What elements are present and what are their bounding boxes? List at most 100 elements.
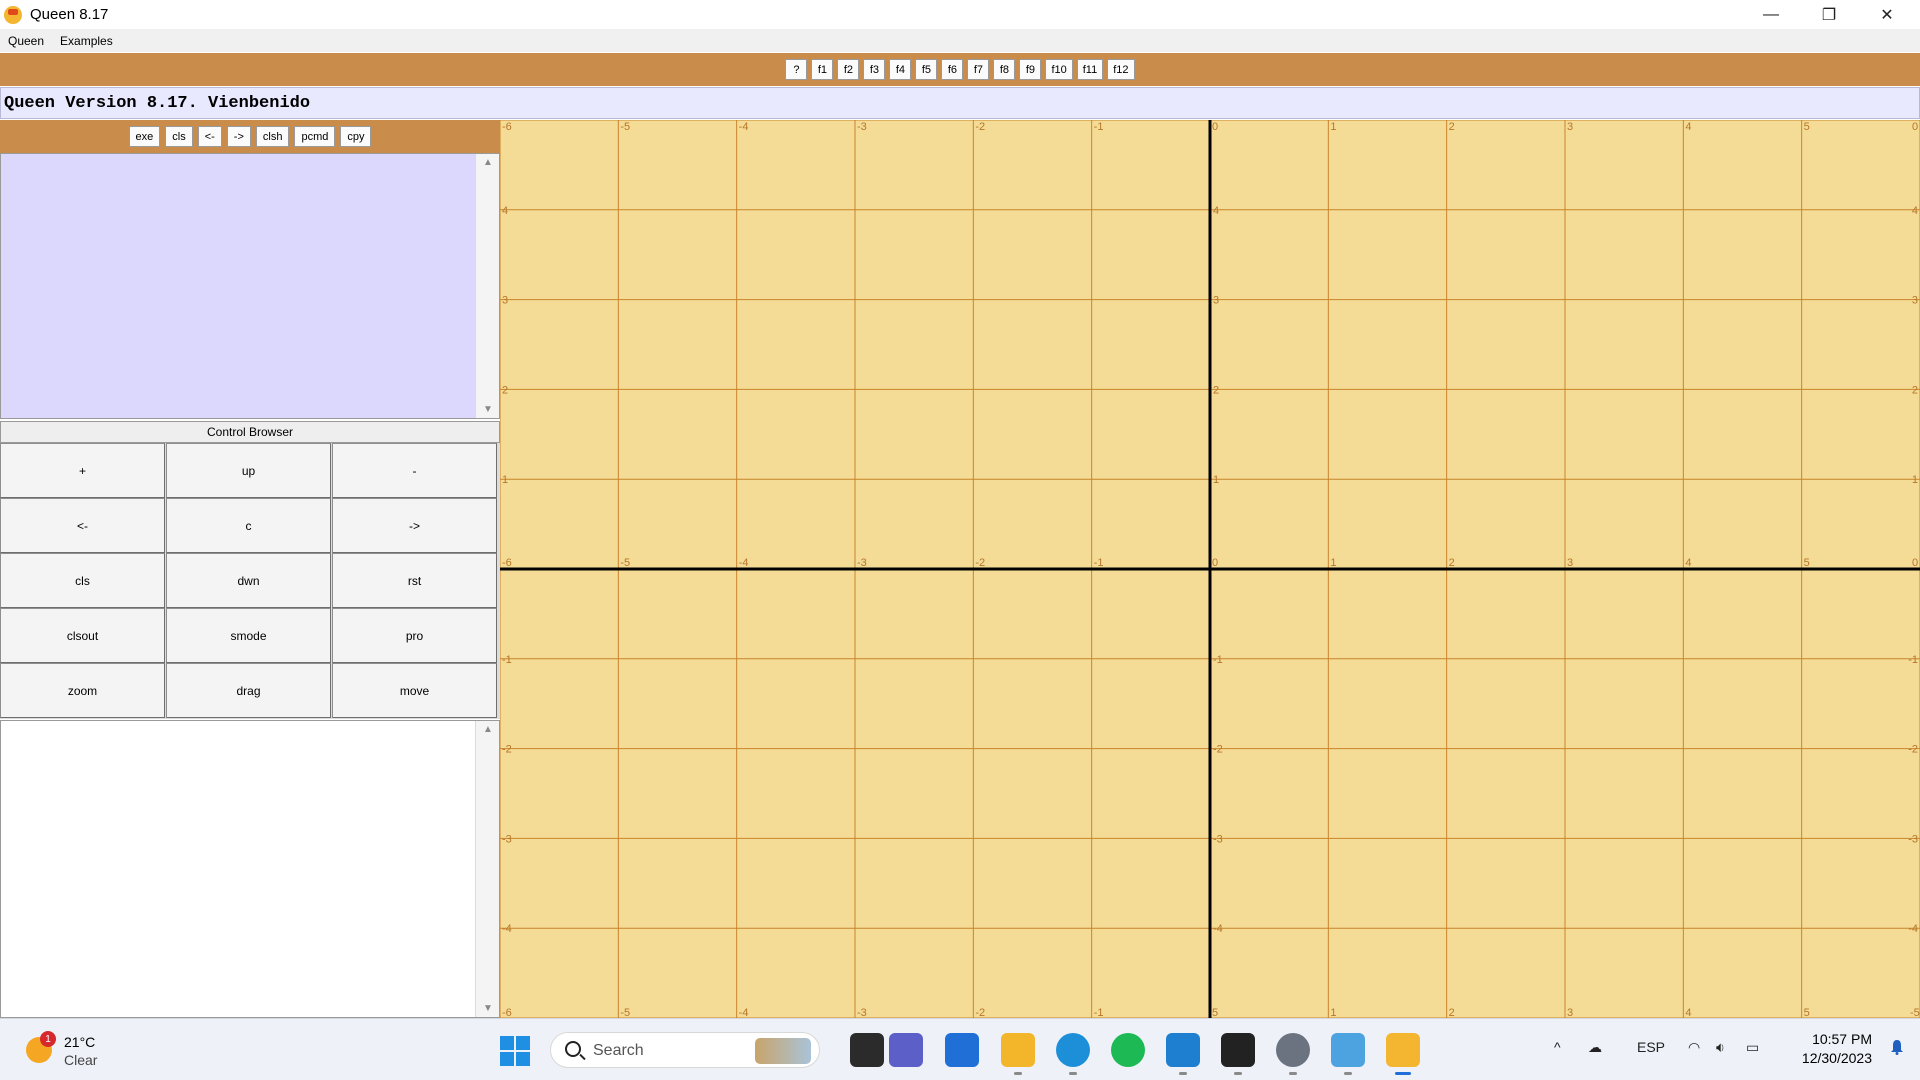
y-tick-label-left: 4 [502, 205, 508, 217]
x-tick-label-axis: -2 [975, 557, 985, 569]
x-tick-label-top: 5 [1804, 121, 1810, 133]
pcmd-button[interactable]: pcmd [294, 126, 336, 147]
show-hidden-icons-chevron[interactable]: ^ [1554, 1039, 1561, 1055]
scroll-down-icon[interactable]: ▼ [476, 404, 500, 415]
clock-time[interactable]: 10:57 PM [1812, 1031, 1872, 1047]
x-tick-label-bottom: 4 [1685, 1007, 1691, 1018]
x-tick-label-axis: -1 [1094, 557, 1104, 569]
notification-bell-icon[interactable] [1890, 1039, 1904, 1055]
pan-left-button[interactable]: <- [0, 498, 165, 553]
pro-button[interactable]: pro [332, 608, 497, 663]
battery-icon[interactable]: ▭ [1746, 1039, 1759, 1056]
reset-button[interactable]: rst [332, 553, 497, 608]
scroll-up-icon[interactable]: ▲ [476, 157, 500, 168]
start-button[interactable] [500, 1036, 530, 1066]
language-indicator[interactable]: ESP [1637, 1039, 1665, 1055]
clear-button[interactable]: cls [0, 553, 165, 608]
y-tick-label-right: -3 [1908, 833, 1918, 845]
pan-up-button[interactable]: up [166, 443, 331, 498]
x-tick-label-bottom: 3 [1567, 1007, 1573, 1018]
store-icon[interactable] [945, 1033, 979, 1067]
x-tick-label-axis: -5 [620, 557, 630, 569]
drag-mode-button[interactable]: drag [166, 663, 331, 718]
fkey-button[interactable]: f3 [863, 59, 886, 80]
weather-temperature: 21°C [64, 1034, 96, 1050]
forward-button[interactable]: -> [226, 126, 251, 147]
x-tick-label-top: -4 [739, 121, 749, 133]
graph-canvas[interactable]: -6 -6 -5 -5 -4 -4 -3 -3 -2 -2 -1 -1 0 0 1 1 2 2 3 3 4 4 5 5 0 0 -6… [500, 120, 1920, 1018]
scroll-up-icon[interactable]: ▲ [476, 724, 500, 735]
search-highlight-image [755, 1038, 811, 1064]
search-placeholder: Search [593, 1042, 644, 1059]
meet-icon[interactable] [889, 1033, 923, 1067]
task-view-icon[interactable] [850, 1033, 884, 1067]
pan-down-button[interactable]: dwn [166, 553, 331, 608]
y-tick-label-axis: -2 [1213, 744, 1223, 756]
fkey-button[interactable]: ? [785, 59, 808, 80]
fkey-button[interactable]: f4 [889, 59, 912, 80]
file-explorer-icon[interactable] [1001, 1033, 1035, 1075]
clsh-button[interactable]: clsh [255, 126, 290, 147]
fkey-button[interactable]: f8 [993, 59, 1016, 80]
weather-widget[interactable]: 1 21°C Clear [24, 1031, 144, 1071]
weather-condition: Clear [64, 1052, 98, 1068]
clear-output-button[interactable]: clsout [0, 608, 165, 663]
fkey-button[interactable]: f7 [967, 59, 990, 80]
move-mode-button[interactable]: move [332, 663, 497, 718]
smode-button[interactable]: smode [166, 608, 331, 663]
spotify-icon[interactable] [1111, 1033, 1145, 1067]
y-tick-label-axis: 3 [1213, 295, 1219, 307]
zoom-in-button[interactable]: + [0, 443, 165, 498]
fkey-button[interactable]: f11 [1076, 59, 1104, 80]
volume-icon[interactable]: 🔉︎ [1716, 1039, 1725, 1056]
fkey-button[interactable]: f12 [1107, 59, 1135, 80]
fkey-button[interactable]: f1 [811, 59, 834, 80]
clock-date[interactable]: 12/30/2023 [1802, 1050, 1872, 1066]
vscode-icon[interactable] [1166, 1033, 1200, 1075]
figma-icon[interactable] [1221, 1033, 1255, 1075]
control-browser-title: Control Browser [0, 421, 500, 443]
y-tick-label-right: -2 [1908, 744, 1918, 756]
pan-right-button[interactable]: -> [332, 498, 497, 553]
fkey-button[interactable]: f6 [941, 59, 964, 80]
menu-queen[interactable]: Queen [0, 34, 52, 48]
cls-button[interactable]: cls [165, 126, 193, 147]
snipping-tool-icon[interactable] [1331, 1033, 1365, 1075]
running-indicator [1179, 1072, 1187, 1075]
y-tick-label-left: -1 [502, 654, 512, 666]
output-area[interactable]: ▲ ▼ [0, 720, 500, 1018]
y-tick-label-right: -1 [1908, 654, 1918, 666]
command-toolbar: exe cls <- -> clsh pcmd cpy [0, 120, 500, 153]
close-button[interactable]: ✕ [1858, 0, 1916, 29]
input-scrollbar[interactable]: ▲ ▼ [475, 154, 499, 418]
minimize-button[interactable]: — [1742, 0, 1800, 29]
back-button[interactable]: <- [197, 126, 222, 147]
fkey-button[interactable]: f10 [1045, 59, 1073, 80]
cpy-button[interactable]: cpy [340, 126, 372, 147]
center-button[interactable]: c [166, 498, 331, 553]
x-tick-label-axis: 0 [1912, 557, 1918, 569]
menu-examples[interactable]: Examples [52, 34, 121, 48]
zoom-out-button[interactable]: - [332, 443, 497, 498]
exe-button[interactable]: exe [128, 126, 161, 147]
queen-icon[interactable] [1386, 1033, 1420, 1075]
edge-icon[interactable] [1056, 1033, 1090, 1075]
graph-svg[interactable]: -6 -6 -5 -5 -4 -4 -3 -3 -2 -2 -1 -1 0 0 1 1 2 2 3 3 4 4 5 5 0 0 -6… [500, 120, 1920, 1018]
output-scrollbar[interactable]: ▲ ▼ [475, 721, 499, 1017]
onedrive-icon[interactable]: ☁ [1588, 1039, 1602, 1056]
fkey-button[interactable]: f9 [1019, 59, 1042, 80]
x-tick-label-bottom: 1 [1330, 1007, 1336, 1018]
fkey-button[interactable]: f5 [915, 59, 938, 80]
scroll-down-icon[interactable]: ▼ [476, 1003, 500, 1014]
wifi-icon[interactable]: ◠ [1688, 1039, 1700, 1056]
x-tick-label-bottom: 5 [1212, 1007, 1218, 1018]
x-tick-label-axis: 4 [1685, 557, 1691, 569]
y-tick-label-right: 2 [1912, 384, 1918, 396]
maximize-button[interactable]: ❐ [1800, 0, 1858, 29]
command-input-area[interactable]: ▲ ▼ [0, 153, 500, 419]
taskbar-search[interactable]: Search [550, 1032, 820, 1068]
x-tick-label-top: 1 [1330, 121, 1336, 133]
settings-icon[interactable] [1276, 1033, 1310, 1075]
fkey-button[interactable]: f2 [837, 59, 860, 80]
zoom-mode-button[interactable]: zoom [0, 663, 165, 718]
